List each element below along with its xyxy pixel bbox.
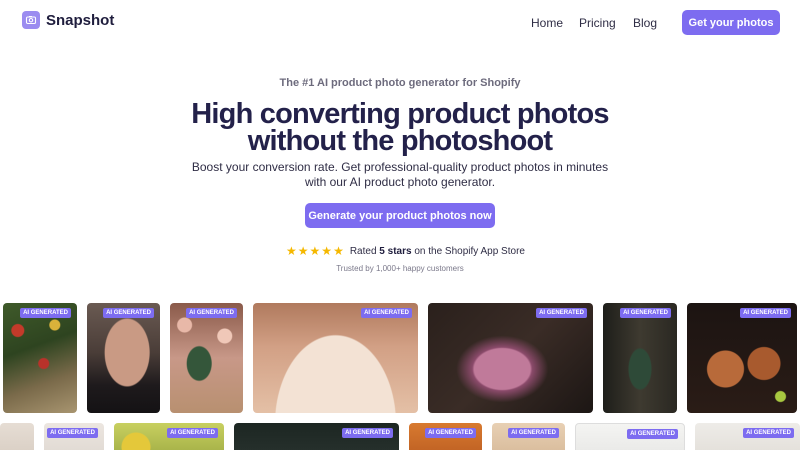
brand-name: Snapshot bbox=[46, 11, 115, 29]
hero-headline-line-2: without the photoshoot bbox=[247, 125, 553, 157]
hero-eyebrow: The #1 AI product photo generator for Sh… bbox=[279, 77, 521, 89]
gallery-image-partial: AI GENERATED bbox=[409, 423, 482, 450]
gallery-image-partial: AI GENERATED bbox=[695, 423, 800, 450]
gallery-image-partial: AI GENERATED bbox=[44, 423, 104, 450]
gallery-image-partial: AI GENERATED bbox=[575, 423, 685, 450]
ai-generated-badge: AI GENERATED bbox=[47, 428, 98, 438]
trusted-text: Trusted by 1,000+ happy customers bbox=[336, 264, 464, 273]
star-icon: ★ bbox=[321, 244, 333, 258]
ai-generated-badge: AI GENERATED bbox=[103, 308, 154, 318]
hero-headline: High converting product photos without t… bbox=[0, 98, 800, 157]
star-icon: ★ bbox=[297, 244, 309, 258]
gallery-image-notebook: AI GENERATED bbox=[428, 303, 593, 413]
ai-generated-badge: AI GENERATED bbox=[508, 428, 559, 438]
ai-generated-badge: AI GENERATED bbox=[167, 428, 218, 438]
camera-icon bbox=[22, 11, 40, 29]
gallery-image-partial bbox=[0, 423, 34, 450]
nav-link-home[interactable]: Home bbox=[531, 16, 563, 30]
ai-generated-badge: AI GENERATED bbox=[740, 308, 791, 318]
nav-link-blog[interactable]: Blog bbox=[633, 16, 657, 30]
gallery-image-bottle-flowers: AI GENERATED bbox=[170, 303, 243, 413]
ai-generated-badge: AI GENERATED bbox=[186, 308, 237, 318]
star-icon: ★ bbox=[309, 244, 321, 258]
ai-generated-badge: AI GENERATED bbox=[627, 429, 678, 439]
ai-generated-badge: AI GENERATED bbox=[536, 308, 587, 318]
top-nav: Snapshot Home Pricing Blog Get your phot… bbox=[0, 0, 800, 44]
gallery-image-bottle-dark: AI GENERATED bbox=[603, 303, 677, 413]
generate-photos-button[interactable]: Generate your product photos now bbox=[305, 203, 495, 228]
gallery-image-partial: AI GENERATED bbox=[114, 423, 224, 450]
ai-generated-badge: AI GENERATED bbox=[20, 308, 71, 318]
get-photos-button[interactable]: Get your photos bbox=[682, 10, 780, 35]
rating-text: Rated 5 stars on the Shopify App Store bbox=[349, 245, 525, 257]
gallery-image-garden-trowel: AI GENERATED bbox=[3, 303, 77, 413]
ai-generated-badge: AI GENERATED bbox=[342, 428, 393, 438]
gallery-image-earring: AI GENERATED bbox=[87, 303, 160, 413]
star-icon: ★ bbox=[286, 244, 297, 258]
star-rating: ★ ★ ★ ★ ★ bbox=[286, 245, 344, 257]
gallery-image-partial: AI GENERATED bbox=[234, 423, 399, 450]
ai-generated-badge: AI GENERATED bbox=[425, 428, 476, 438]
gallery-image-partial: AI GENERATED bbox=[492, 423, 565, 450]
gallery-image-necklace: AI GENERATED bbox=[253, 303, 418, 413]
hero-subtitle: Boost your conversion rate. Get professi… bbox=[191, 160, 609, 189]
nav-link-pricing[interactable]: Pricing bbox=[579, 16, 616, 30]
ai-generated-badge: AI GENERATED bbox=[620, 308, 671, 318]
hero-headline-line-1: High converting product photos bbox=[191, 98, 609, 130]
gallery-image-copper-mugs: AI GENERATED bbox=[687, 303, 797, 413]
star-icon: ★ bbox=[333, 244, 344, 258]
rating-row: ★ ★ ★ ★ ★ Rated 5 stars on the Shopify A… bbox=[286, 245, 525, 257]
brand-logo[interactable]: Snapshot bbox=[22, 11, 114, 29]
ai-generated-badge: AI GENERATED bbox=[361, 308, 412, 318]
ai-generated-badge: AI GENERATED bbox=[743, 428, 794, 438]
